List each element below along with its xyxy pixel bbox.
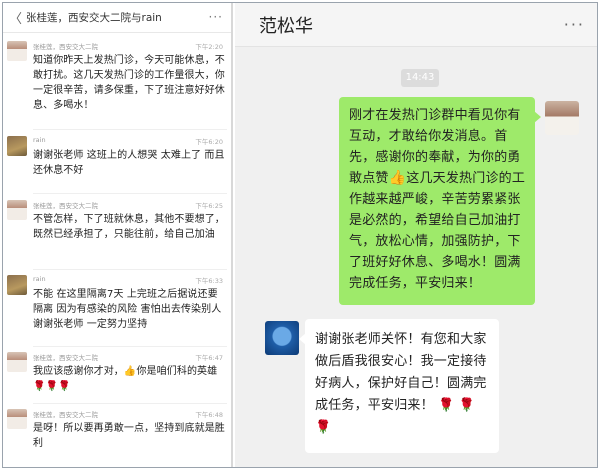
- chat-message: 张桂莲，西安交大二院 下午2:20 知道你昨天上发热门诊，今天可能休息，不敢打扰…: [7, 41, 229, 125]
- sender-name: rain: [33, 136, 46, 144]
- message-text: 我应该感谢你才对，👍你是咱们科的英雄🌹🌹🌹: [33, 366, 218, 392]
- message-time: 下午6:48: [195, 411, 223, 419]
- divider: [33, 193, 227, 194]
- user-avatar[interactable]: [545, 101, 579, 135]
- divider: [33, 129, 227, 130]
- divider: [33, 403, 227, 404]
- message-time: 下午6:47: [195, 354, 223, 362]
- group-chat-title: 张桂莲，西安交大二院与rain: [26, 12, 162, 24]
- back-icon[interactable]: 〈: [9, 8, 22, 27]
- sender-name: 张桂莲，西安交大二院: [33, 43, 98, 51]
- chat-message: rain 下午6:20 谢谢张老师 这班上的人想哭 太难上了 而且还休息不好: [7, 136, 229, 186]
- chat-message: 张桂莲，西安交大二院 下午6:48 是呀！所以要再勇敢一点，坚持到底就是胜利: [7, 409, 229, 461]
- woman-avatar[interactable]: [7, 352, 27, 372]
- timestamp: 14:43: [401, 69, 439, 87]
- message-time: 下午6:33: [195, 277, 223, 285]
- message-time: 下午6:25: [195, 202, 223, 210]
- thumbs-up-icon: 👍: [388, 170, 407, 186]
- message-text: 知道你昨天上发热门诊，今天可能休息，不敢打扰。这几天发热门诊的工作量很大，你一定…: [33, 55, 225, 111]
- woman-avatar[interactable]: [7, 409, 27, 429]
- received-message-bubble[interactable]: 谢谢张老师关怀！有您和大家做后盾我很安心！我一定接待好病人，保护好自己！圆满完成…: [299, 319, 499, 453]
- private-chat-header: 范松华 ···: [235, 3, 597, 47]
- chat-message: 张桂莲，西安交大二院 下午6:25 不管怎样，下了班就休息，其他不要想了，既然已…: [7, 200, 229, 264]
- divider: [33, 346, 227, 347]
- message-time: 下午6:20: [195, 138, 223, 146]
- chat-message: rain 下午6:33 不能 在这里隔离7天 上完班之后据说还要隔离 因为有感染…: [7, 275, 229, 343]
- private-chat-panel: 范松华 ··· 14:43 刚才在发热门诊群中看见你有互动，才敢给你发消息。首先…: [235, 3, 597, 467]
- more-options-icon[interactable]: ···: [209, 10, 223, 24]
- sender-name: 张桂莲，西安交大二院: [33, 411, 98, 419]
- message-text: 谢谢张老师 这班上的人想哭 太难上了 而且还休息不好: [33, 150, 225, 176]
- sender-name: 张桂莲，西安交大二院: [33, 202, 98, 210]
- message-text: 是呀！所以要再勇敢一点，坚持到底就是胜利: [33, 423, 225, 449]
- more-options-icon[interactable]: ···: [564, 15, 585, 34]
- contact-avatar[interactable]: [265, 321, 299, 355]
- group-chat-panel: 〈 张桂莲，西安交大二院与rain ··· 张桂莲，西安交大二院 下午2:20 …: [3, 3, 233, 467]
- contact-name: 范松华: [259, 16, 313, 37]
- sender-name: 张桂莲，西安交大二院: [33, 354, 98, 362]
- chat-screenshot-composite: 〈 张桂莲，西安交大二院与rain ··· 张桂莲，西安交大二院 下午2:20 …: [2, 2, 598, 468]
- message-time: 下午2:20: [195, 43, 223, 51]
- rain-avatar[interactable]: [7, 275, 27, 295]
- sent-message-text-continued: 这几天发热门诊的工作越来越严峻，辛苦劳累紧张是必然的，希望给自己加油打气，放松心…: [349, 171, 526, 291]
- sender-name: rain: [33, 275, 46, 283]
- rain-avatar[interactable]: [7, 136, 27, 156]
- divider: [33, 269, 227, 270]
- chat-message: 张桂莲，西安交大二院 下午6:47 我应该感谢你才对，👍你是咱们科的英雄🌹🌹🌹: [7, 352, 229, 402]
- woman-avatar[interactable]: [7, 200, 27, 220]
- message-text: 不能 在这里隔离7天 上完班之后据说还要隔离 因为有感染的风险 害怕出去传染别人…: [33, 289, 222, 330]
- woman-avatar[interactable]: [7, 41, 27, 61]
- sent-message-bubble[interactable]: 刚才在发热门诊群中看见你有互动，才敢给你发消息。首先，感谢你的奉献，为你的勇敢点…: [339, 97, 541, 305]
- message-text: 不管怎样，下了班就休息，其他不要想了，既然已经承担了，只能往前，给自己加油: [33, 214, 225, 240]
- group-chat-header: 〈 张桂莲，西安交大二院与rain ···: [3, 3, 231, 33]
